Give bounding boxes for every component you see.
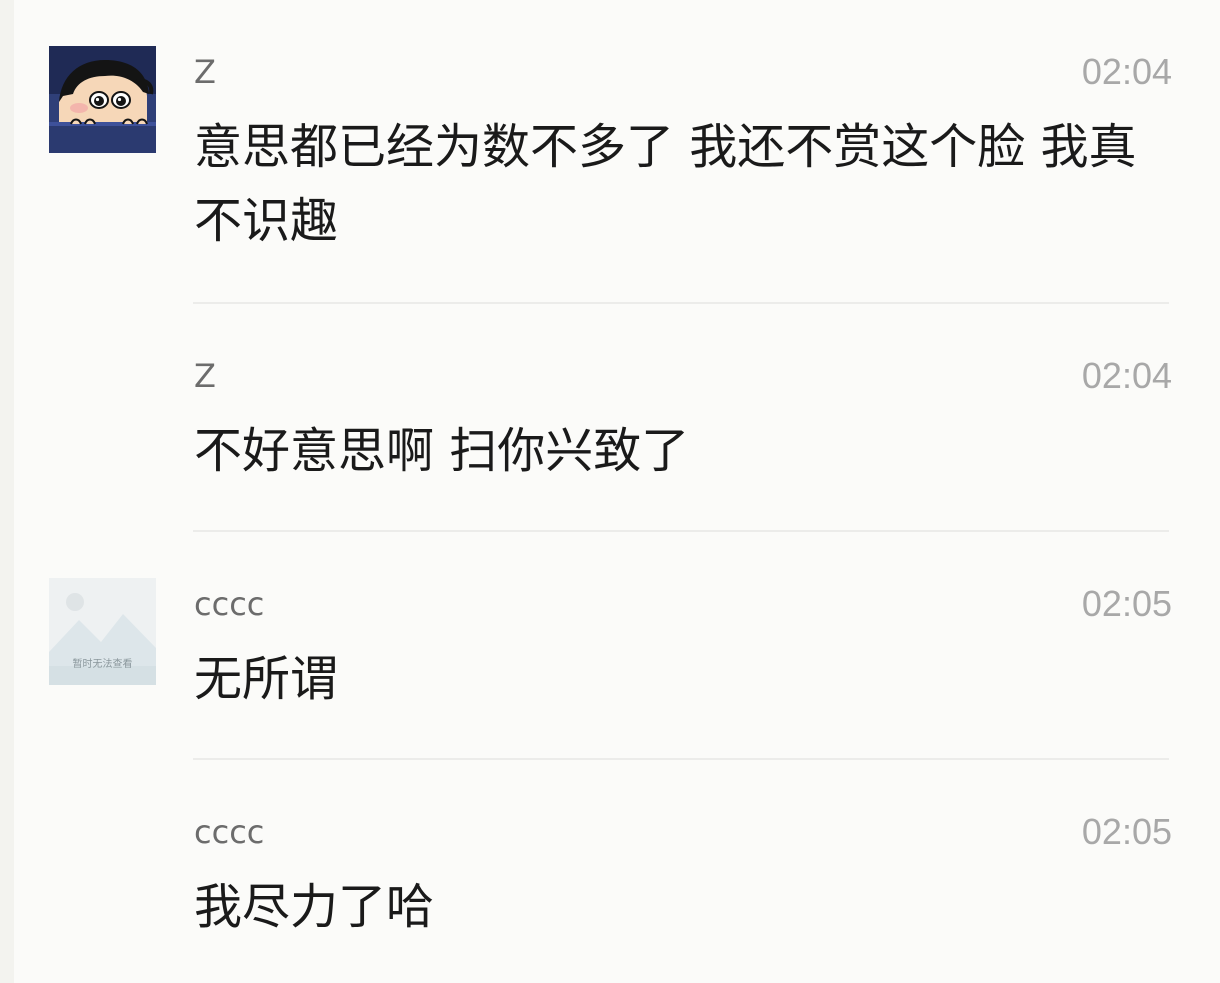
message-time: 02:04	[1081, 51, 1172, 92]
sender-name: Z	[194, 357, 216, 395]
message-text[interactable]: 无所谓	[194, 642, 1169, 716]
avatar-caption: 暂时无法查看	[73, 657, 133, 670]
sender-name: cccc	[194, 585, 265, 623]
message-time: 02:05	[1081, 583, 1172, 624]
message-text[interactable]: 意思都已经为数不多了 我还不赏这个脸 我真不识趣	[194, 110, 1169, 258]
message-text[interactable]: 我尽力了哈	[194, 870, 1169, 944]
message-text[interactable]: 不好意思啊 扫你兴致了	[194, 414, 1169, 488]
message-divider	[193, 302, 1169, 304]
message-divider	[193, 758, 1169, 760]
avatar-cartoon-boy-icon[interactable]	[49, 46, 156, 153]
sender-name: Z	[194, 53, 216, 91]
message-divider	[193, 530, 1169, 532]
left-edge-strip	[0, 0, 14, 983]
message-time: 02:05	[1081, 811, 1172, 852]
message-time: 02:04	[1081, 355, 1172, 396]
sender-name: cccc	[194, 813, 265, 851]
avatar-unavailable-image-icon[interactable]: 暂时无法查看	[49, 578, 156, 685]
